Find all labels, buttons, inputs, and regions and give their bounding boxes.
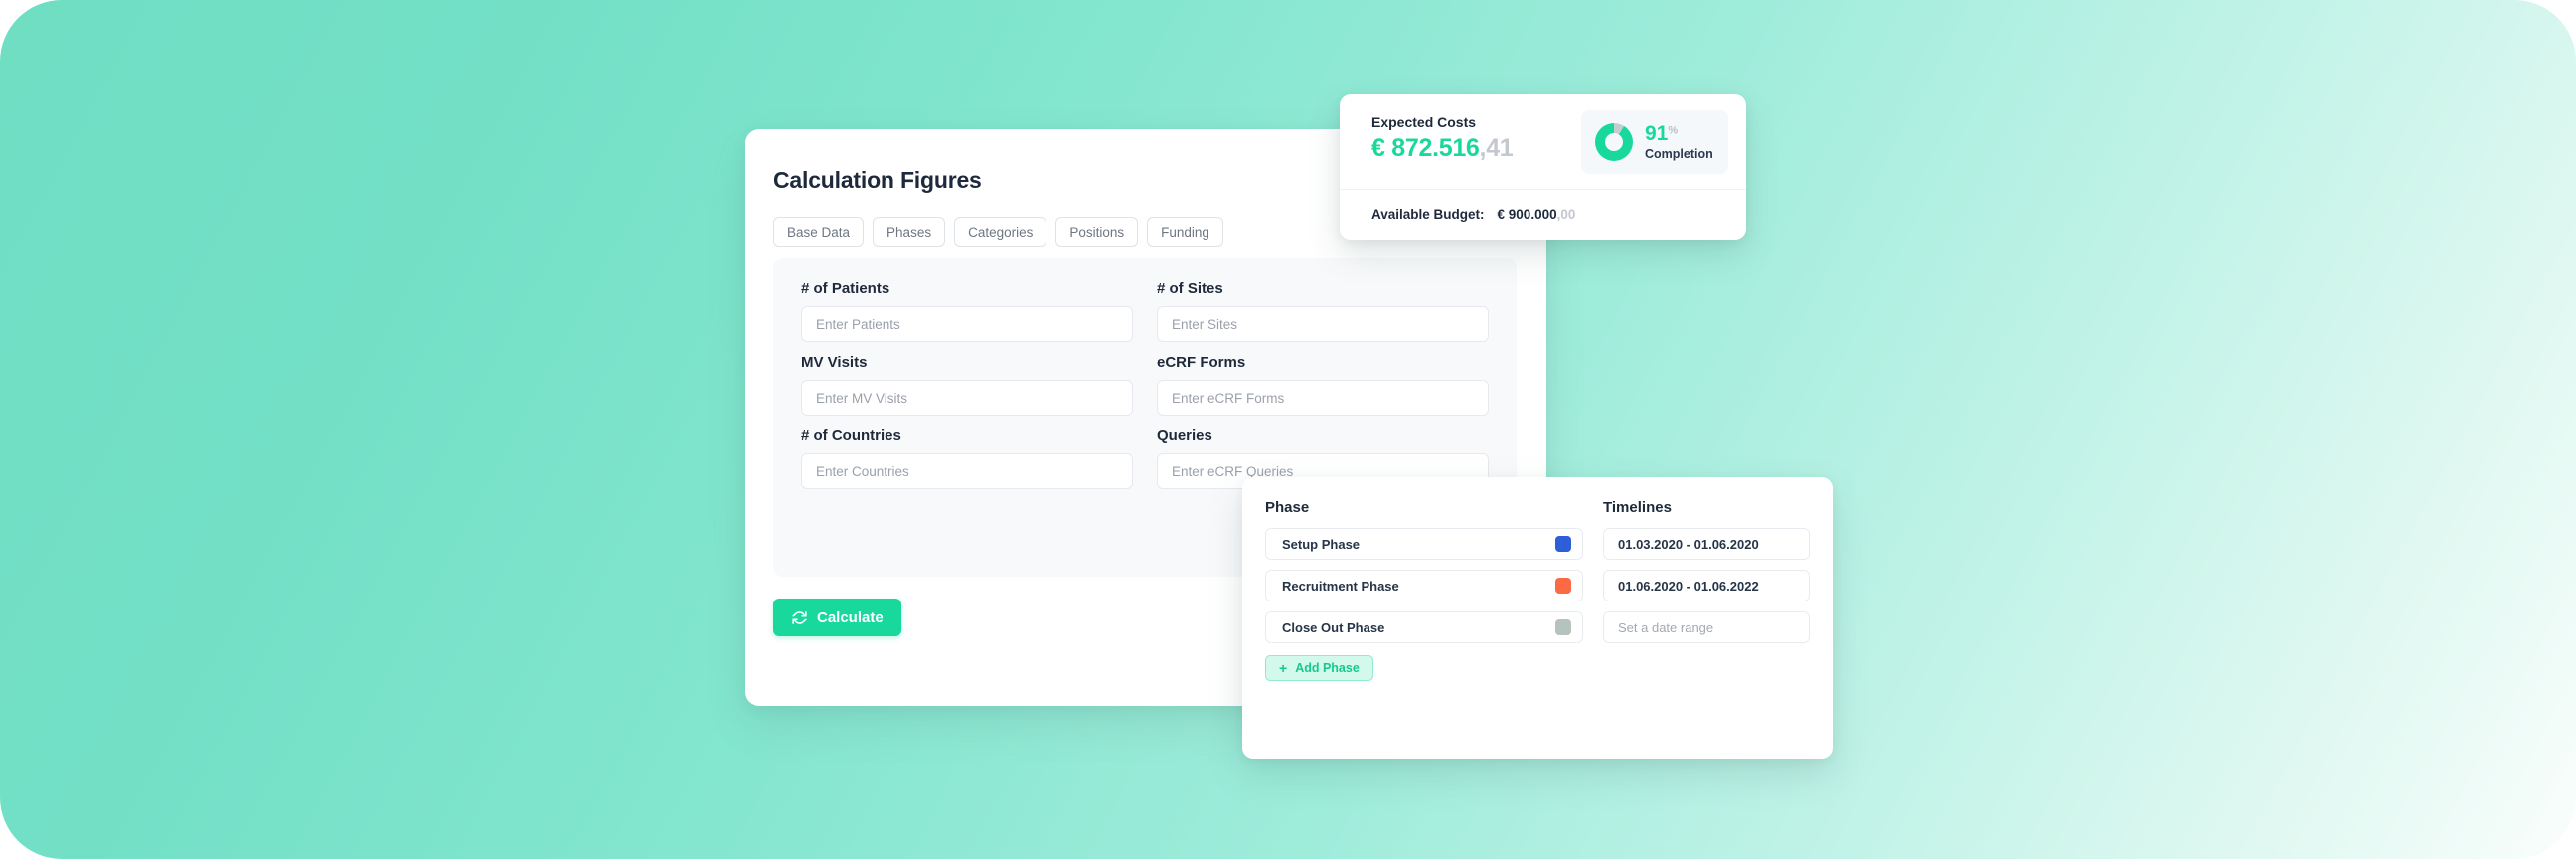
- field-label: Queries: [1157, 428, 1212, 444]
- refresh-icon: [791, 609, 808, 626]
- tab-label: Categories: [968, 224, 1034, 240]
- calculate-button[interactable]: Calculate: [773, 599, 901, 636]
- currency-symbol: €: [1371, 134, 1385, 162]
- field-mv-visits: MV Visits: [801, 354, 1133, 416]
- tab-phases[interactable]: Phases: [873, 217, 946, 247]
- tab-funding[interactable]: Funding: [1147, 217, 1223, 247]
- completion-caption: Completion: [1645, 147, 1713, 162]
- tab-positions[interactable]: Positions: [1055, 217, 1139, 247]
- field-countries: # of Countries: [801, 428, 1133, 489]
- countries-input[interactable]: [801, 453, 1133, 489]
- timelines-column-header: Timelines: [1603, 499, 1672, 516]
- tab-label: Positions: [1069, 224, 1125, 240]
- timeline-row-close-out[interactable]: Set a date range: [1603, 611, 1810, 643]
- tab-label: Phases: [886, 224, 932, 240]
- completion-badge: 91% Completion: [1581, 110, 1728, 174]
- completion-text: 91% Completion: [1645, 123, 1713, 161]
- tab-categories[interactable]: Categories: [954, 217, 1047, 247]
- ecrf-forms-input[interactable]: [1157, 380, 1489, 416]
- phase-color-swatch[interactable]: [1555, 619, 1571, 635]
- donut-chart-icon: [1595, 123, 1633, 161]
- mv-visits-input[interactable]: [801, 380, 1133, 416]
- phase-row-setup[interactable]: Setup Phase: [1265, 528, 1583, 560]
- budget-main: € 900.000: [1497, 207, 1557, 222]
- field-label: MV Visits: [801, 354, 868, 371]
- tab-bar: Base Data Phases Categories Positions Fu…: [773, 217, 1223, 247]
- timeline-row-setup[interactable]: 01.03.2020 - 01.06.2020: [1603, 528, 1810, 560]
- expected-costs-amount: € 872.516,41: [1371, 134, 1514, 163]
- form-grid: # of Patients # of Sites MV Visits eCRF …: [801, 280, 1489, 489]
- completion-value: 91: [1645, 122, 1669, 146]
- phase-row-close-out[interactable]: Close Out Phase: [1265, 611, 1583, 643]
- phase-row-recruitment[interactable]: Recruitment Phase: [1265, 570, 1583, 601]
- calculate-button-label: Calculate: [817, 608, 884, 626]
- budget-cents: ,00: [1556, 207, 1576, 222]
- percent-sign: %: [1668, 124, 1679, 137]
- expected-costs-label: Expected Costs: [1371, 114, 1477, 130]
- timeline-placeholder: Set a date range: [1618, 619, 1714, 635]
- app-canvas: Calculation Figures Base Data Phases Cat…: [0, 0, 2576, 859]
- field-label: # of Sites: [1157, 280, 1223, 297]
- amount-cents: ,41: [1479, 134, 1514, 162]
- field-label: eCRF Forms: [1157, 354, 1246, 371]
- phase-color-swatch[interactable]: [1555, 536, 1571, 552]
- timelines-column: Timelines 01.03.2020 - 01.06.2020 01.06.…: [1603, 499, 1810, 681]
- available-budget-label: Available Budget:: [1371, 207, 1485, 222]
- phase-grid: Phase Setup Phase Recruitment Phase Clos…: [1265, 499, 1810, 681]
- expected-costs-card: Expected Costs € 872.516,41 91% Completi…: [1340, 94, 1746, 240]
- available-budget-value: € 900.000,00: [1498, 207, 1576, 222]
- expected-costs-upper: Expected Costs € 872.516,41 91% Completi…: [1340, 94, 1746, 190]
- timeline-value: 01.03.2020 - 01.06.2020: [1618, 536, 1759, 552]
- patients-input[interactable]: [801, 306, 1133, 342]
- tab-base-data[interactable]: Base Data: [773, 217, 865, 247]
- add-phase-label: Add Phase: [1295, 661, 1360, 675]
- timeline-row-recruitment[interactable]: 01.06.2020 - 01.06.2022: [1603, 570, 1810, 601]
- phase-column: Phase Setup Phase Recruitment Phase Clos…: [1265, 499, 1583, 681]
- available-budget-row: Available Budget: € 900.000,00: [1340, 190, 1746, 239]
- amount-main: 872.516: [1391, 134, 1480, 162]
- phase-name: Recruitment Phase: [1282, 578, 1399, 594]
- phase-color-swatch[interactable]: [1555, 578, 1571, 594]
- tab-label: Base Data: [787, 224, 851, 240]
- add-phase-button[interactable]: + Add Phase: [1265, 655, 1373, 681]
- phase-name: Close Out Phase: [1282, 619, 1385, 635]
- field-label: # of Patients: [801, 280, 890, 297]
- field-label: # of Countries: [801, 428, 901, 444]
- tab-label: Funding: [1161, 224, 1209, 240]
- donut-hole: [1605, 133, 1623, 151]
- phase-column-header: Phase: [1265, 499, 1310, 516]
- field-ecrf-forms: eCRF Forms: [1157, 354, 1489, 416]
- phase-name: Setup Phase: [1282, 536, 1361, 552]
- phase-timelines-card: Phase Setup Phase Recruitment Phase Clos…: [1242, 477, 1833, 759]
- field-sites: # of Sites: [1157, 280, 1489, 342]
- sites-input[interactable]: [1157, 306, 1489, 342]
- page-title: Calculation Figures: [773, 167, 982, 193]
- field-patients: # of Patients: [801, 280, 1133, 342]
- plus-icon: +: [1279, 660, 1288, 676]
- timeline-value: 01.06.2020 - 01.06.2022: [1618, 578, 1759, 594]
